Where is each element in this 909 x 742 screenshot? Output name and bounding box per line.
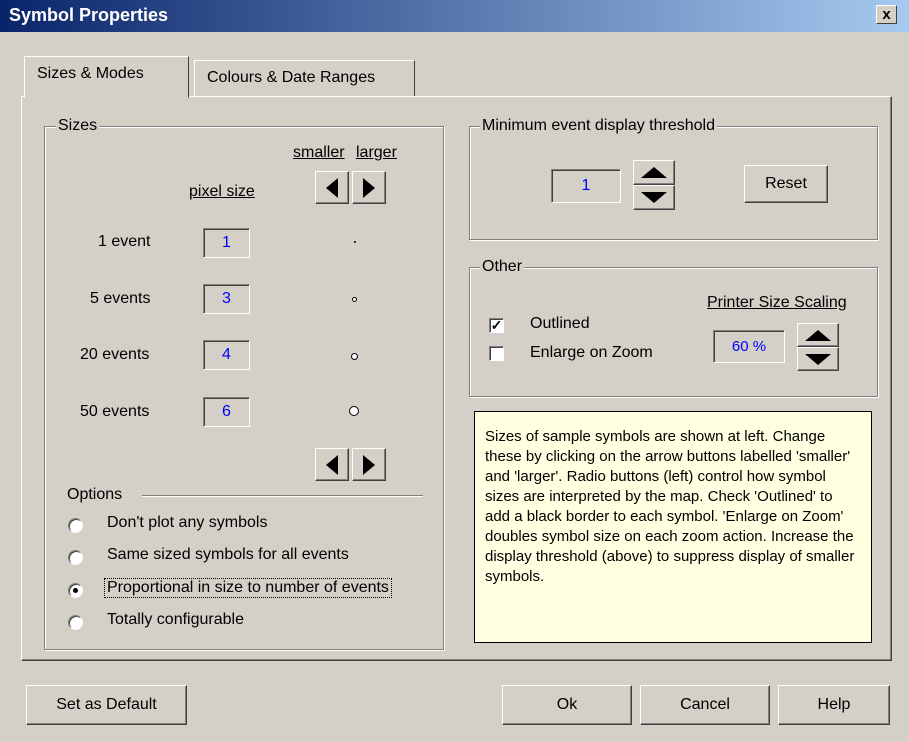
right-arrow-icon <box>363 177 375 198</box>
event-row-label-5: 5 events <box>90 290 151 307</box>
title-bar: Symbol Properties x <box>0 0 909 32</box>
sizes-group <box>44 126 444 650</box>
tab-sizes-modes-label: Sizes & Modes <box>37 65 144 82</box>
larger-button-bottom[interactable] <box>352 448 386 481</box>
help-label: Help <box>817 696 851 713</box>
smaller-button-top[interactable] <box>315 171 349 204</box>
outlined-checkbox[interactable]: ✓ <box>489 318 504 333</box>
printer-scaling-value[interactable]: 60 % <box>713 330 785 363</box>
smaller-button-bottom[interactable] <box>315 448 349 481</box>
event-row-label-50: 50 events <box>80 403 150 420</box>
pixel-size-field-20[interactable]: 4 <box>203 340 250 370</box>
option-label-dont-plot[interactable]: Don't plot any symbols <box>107 514 267 532</box>
set-default-button[interactable]: Set as Default <box>26 685 187 725</box>
smaller-label: smaller <box>293 144 345 161</box>
enlarge-zoom-label[interactable]: Enlarge on Zoom <box>530 344 653 362</box>
threshold-up-button[interactable] <box>633 160 675 185</box>
pixel-size-field-1[interactable]: 1 <box>203 228 250 258</box>
ok-label: Ok <box>556 696 578 713</box>
help-button[interactable]: Help <box>778 685 890 725</box>
pixel-size-label: pixel size <box>189 183 255 200</box>
larger-button-top[interactable] <box>352 171 386 204</box>
option-label-totally-configurable[interactable]: Totally configurable <box>107 611 244 629</box>
reset-button-label: Reset <box>765 175 807 192</box>
right-arrow-icon <box>363 454 375 475</box>
other-group-label: Other <box>480 258 525 276</box>
down-arrow-icon <box>641 192 667 203</box>
event-row-label-1: 1 event <box>98 233 151 250</box>
down-arrow-icon <box>805 353 831 365</box>
close-button[interactable]: x <box>876 5 897 24</box>
tab-colours-date-ranges[interactable]: Colours & Date Ranges <box>194 60 415 97</box>
set-default-label: Set as Default <box>56 696 157 713</box>
cancel-button[interactable]: Cancel <box>640 685 770 725</box>
event-row-label-20: 20 events <box>80 346 150 363</box>
radio-dont-plot[interactable] <box>68 518 83 533</box>
pixel-size-field-50[interactable]: 6 <box>203 397 250 427</box>
printer-scaling-down-button[interactable] <box>797 347 839 371</box>
outlined-label[interactable]: Outlined <box>530 315 590 333</box>
left-arrow-icon <box>326 177 338 198</box>
threshold-value[interactable]: 1 <box>551 169 621 203</box>
up-arrow-icon <box>641 167 667 178</box>
options-divider <box>142 495 423 497</box>
tab-sizes-modes[interactable]: Sizes & Modes <box>24 56 189 98</box>
radio-same-sized[interactable] <box>68 550 83 565</box>
threshold-group-label: Minimum event display threshold <box>480 117 717 135</box>
cancel-label: Cancel <box>680 696 730 713</box>
radio-proportional[interactable] <box>68 583 83 598</box>
symbol-preview-1 <box>354 241 356 243</box>
up-arrow-icon <box>805 329 831 341</box>
radio-totally-configurable[interactable] <box>68 615 83 630</box>
symbol-preview-5 <box>352 297 357 302</box>
option-label-proportional[interactable]: Proportional in size to number of events <box>104 578 392 598</box>
printer-scaling-label: Printer Size Scaling <box>707 294 847 311</box>
symbol-preview-20 <box>351 353 358 360</box>
options-label: Options <box>67 486 123 503</box>
window-title: Symbol Properties <box>9 5 169 25</box>
threshold-down-button[interactable] <box>633 185 675 210</box>
ok-button[interactable]: Ok <box>502 685 632 725</box>
reset-button[interactable]: Reset <box>744 165 828 203</box>
larger-label: larger <box>356 144 397 161</box>
help-note: Sizes of sample symbols are shown at lef… <box>474 411 872 643</box>
tab-colours-date-ranges-label: Colours & Date Ranges <box>207 69 376 86</box>
sizes-group-label: Sizes <box>56 117 100 135</box>
printer-scaling-up-button[interactable] <box>797 323 839 347</box>
enlarge-zoom-checkbox[interactable] <box>489 346 504 361</box>
pixel-size-field-5[interactable]: 3 <box>203 284 250 314</box>
left-arrow-icon <box>326 454 338 475</box>
symbol-preview-50 <box>349 406 359 416</box>
option-label-same-sized[interactable]: Same sized symbols for all events <box>107 546 349 564</box>
